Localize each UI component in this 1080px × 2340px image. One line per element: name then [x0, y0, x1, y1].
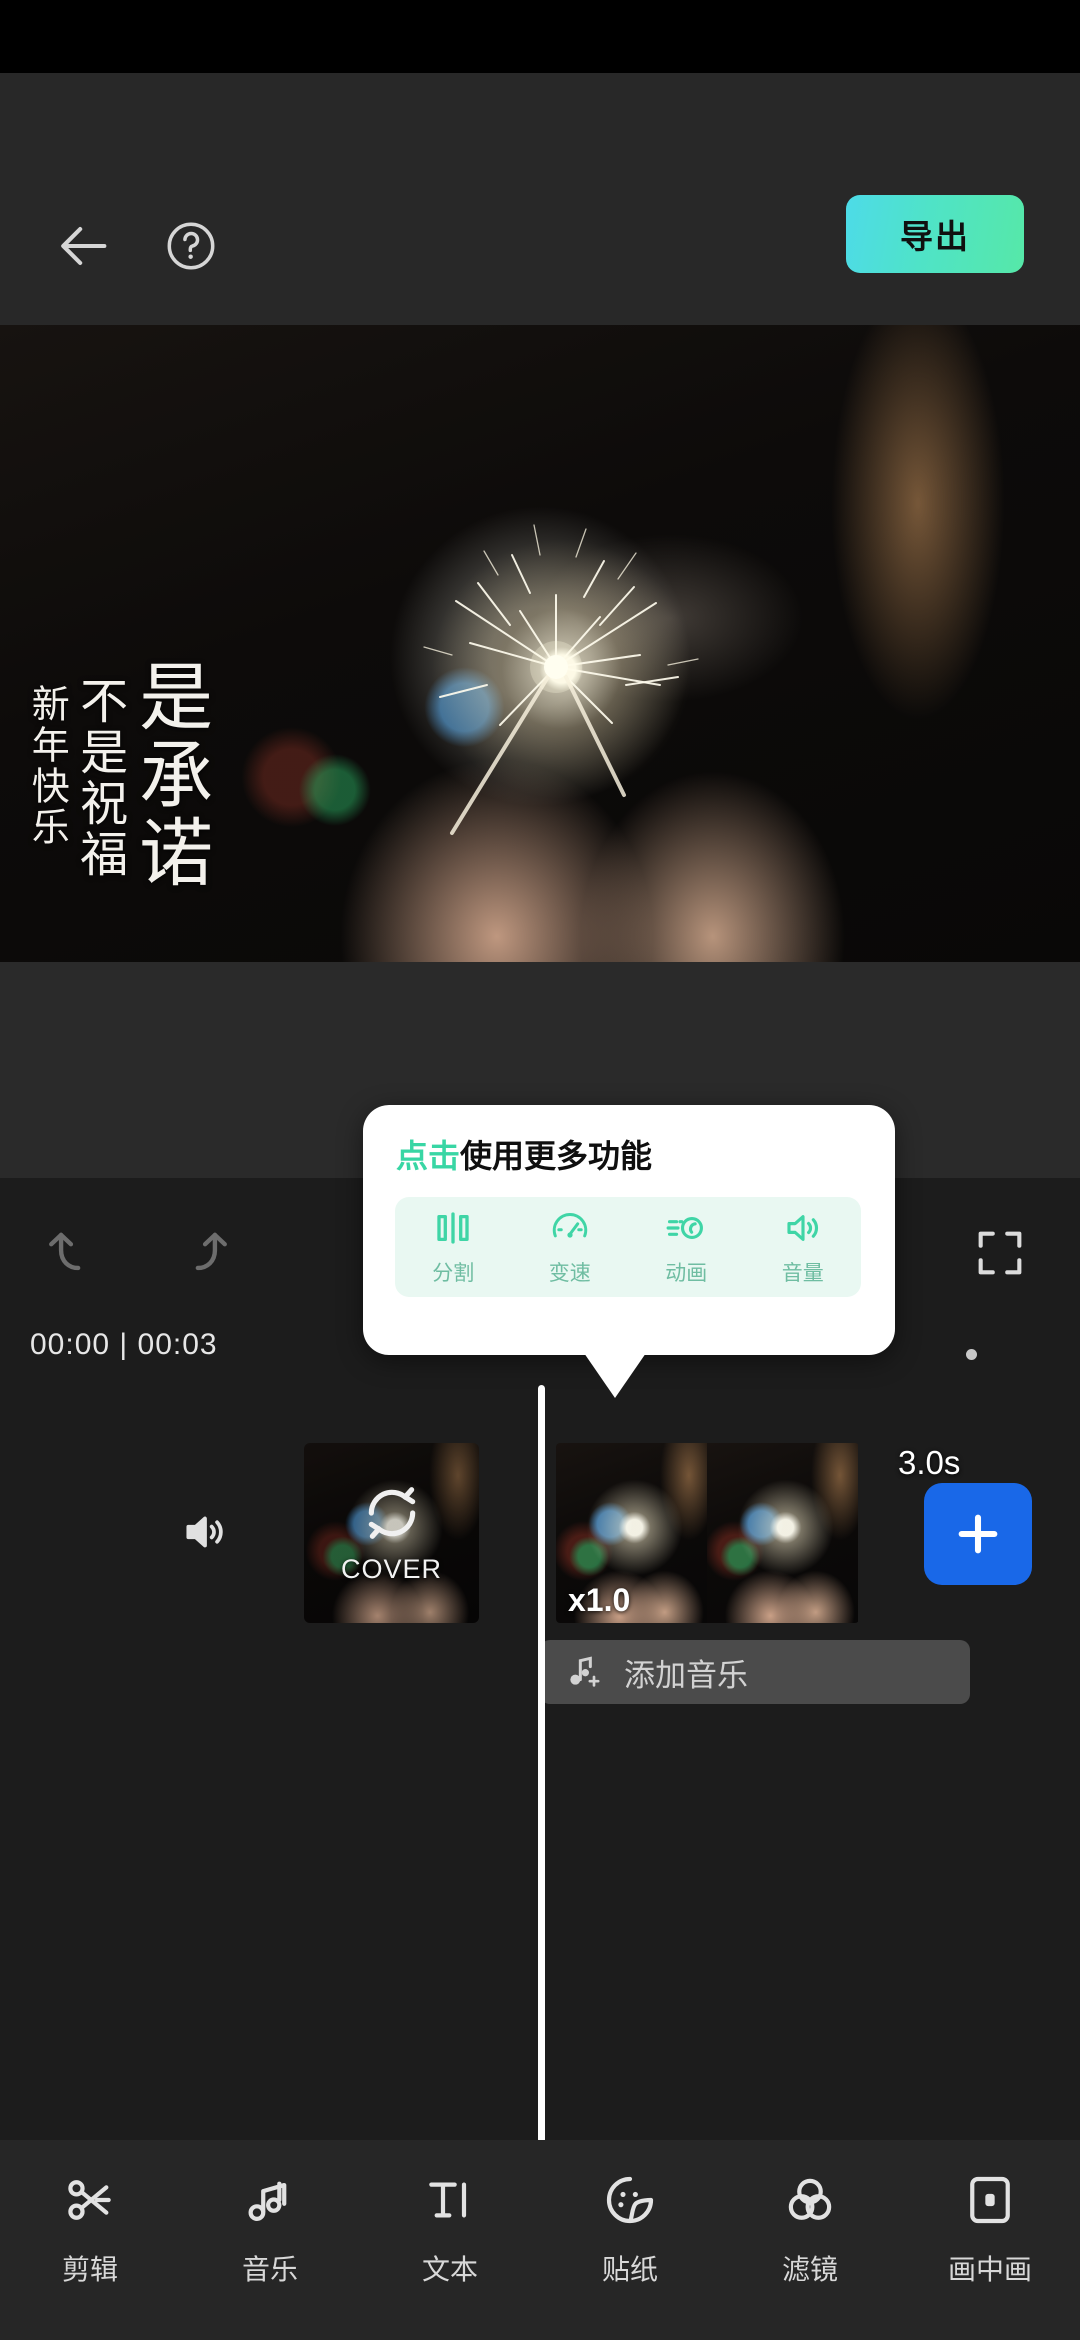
add-music-label: 添加音乐	[624, 1657, 748, 1693]
volume-icon	[186, 1516, 223, 1548]
clip-frame-image	[707, 1443, 858, 1623]
status-bar	[0, 0, 1080, 73]
tooltip-title-rest: 使用更多功能	[460, 1138, 653, 1174]
playhead[interactable]	[538, 1385, 545, 2143]
sticker-face-icon	[606, 2176, 654, 2224]
preview-text-col-2: 新年快乐	[25, 684, 68, 848]
tooltip-action-speed[interactable]: 变速	[512, 1197, 629, 1297]
cover-overlay: COVER	[304, 1443, 479, 1623]
nav-item-label: 文本	[421, 2254, 478, 2285]
tooltip-action-split[interactable]: 分割	[395, 1197, 512, 1297]
undo-icon	[49, 1232, 81, 1271]
volume-icon	[787, 1215, 818, 1241]
nav-item-text[interactable]: 文本	[360, 2140, 540, 2340]
nav-item-music[interactable]: 音乐	[180, 2140, 360, 2340]
picture-in-picture-icon	[970, 2176, 1010, 2224]
plus-icon	[958, 1514, 998, 1554]
refresh-loop-icon	[368, 1486, 415, 1539]
speed-badge: x1.0	[568, 1582, 631, 1618]
tooltip-title-highlight: 点击	[396, 1138, 461, 1174]
timecode-display: 00:00 | 00:03	[30, 1328, 218, 1361]
clip-frame: x1.0	[556, 1443, 707, 1623]
timeline-marker-dot	[966, 1349, 977, 1360]
text-icon	[429, 2182, 467, 2218]
tooltip-action-volume[interactable]: 音量	[745, 1197, 862, 1297]
clip-frame	[707, 1443, 858, 1623]
music-note-icon	[248, 2181, 287, 2221]
tooltip-action-label: 音量	[781, 1262, 824, 1285]
redo-icon	[195, 1232, 227, 1271]
video-preview[interactable]: 是承诺 不是祝福 新年快乐	[0, 325, 1080, 962]
filter-circles-icon	[788, 2178, 832, 2220]
nav-item-label: 音乐	[241, 2254, 298, 2285]
back-button[interactable]	[42, 203, 128, 289]
nav-item-filter[interactable]: 滤镜	[720, 2140, 900, 2340]
nav-item-label: 画中画	[947, 2254, 1032, 2285]
add-music-button[interactable]: 添加音乐	[540, 1640, 970, 1704]
tooltip-actions-panel: 分割 变速 动画 音量	[395, 1197, 861, 1297]
nav-item-edit[interactable]: 剪辑	[0, 2140, 180, 2340]
nav-item-label: 贴纸	[601, 2254, 658, 2285]
split-icon	[437, 1212, 469, 1244]
tooltip-action-label: 分割	[432, 1262, 475, 1285]
preview-text-col-0: 是承诺	[127, 658, 210, 892]
preview-text-overlay: 是承诺 不是祝福 新年快乐	[25, 658, 210, 918]
redo-button[interactable]	[154, 1205, 250, 1301]
arrow-left-icon	[61, 227, 107, 265]
nav-item-label: 滤镜	[781, 2254, 838, 2285]
music-note-plus-icon	[570, 1656, 600, 1687]
export-button-label: 导出	[900, 218, 970, 255]
video-clip[interactable]: x1.0	[556, 1443, 859, 1623]
scissors-icon	[68, 2180, 111, 2220]
tooltip-action-label: 变速	[548, 1262, 591, 1285]
video-editor-screen: 导出 是承诺 不是祝福 新年快乐 00:00 | 00:03 COVER x1.…	[0, 0, 1080, 2340]
feature-tooltip: 点击使用更多功能 分割 变速 动画 音量	[363, 1105, 895, 1398]
cover-thumbnail[interactable]: COVER	[304, 1443, 479, 1623]
nav-item-sticker[interactable]: 贴纸	[540, 2140, 720, 2340]
undo-button[interactable]	[26, 1205, 122, 1301]
tooltip-action-label: 动画	[665, 1262, 708, 1285]
duration-badge: 3.0s	[898, 1444, 961, 1481]
help-button[interactable]	[148, 203, 234, 289]
tooltip-arrow	[584, 1353, 646, 1398]
fullscreen-icon	[978, 1231, 1022, 1275]
track-volume-icon[interactable]	[172, 1502, 238, 1562]
add-clip-button[interactable]	[924, 1483, 1032, 1585]
cover-label: COVER	[340, 1553, 443, 1584]
top-toolbar: 导出	[0, 73, 1080, 325]
nav-item-pip[interactable]: 画中画	[900, 2140, 1080, 2340]
speed-gauge-icon	[552, 1213, 587, 1238]
fullscreen-button[interactable]	[952, 1205, 1048, 1301]
tooltip-title: 点击使用更多功能	[396, 1131, 652, 1177]
nav-item-label: 剪辑	[61, 2254, 118, 2285]
bottom-navigation: 剪辑 音乐 文本 贴纸 滤镜 画中画	[0, 2140, 1080, 2340]
animation-icon	[666, 1216, 704, 1240]
question-circle-icon	[167, 222, 215, 270]
export-button[interactable]: 导出	[846, 195, 1024, 273]
tooltip-action-animation[interactable]: 动画	[628, 1197, 745, 1297]
preview-text-col-1: 不是祝福	[72, 676, 126, 880]
